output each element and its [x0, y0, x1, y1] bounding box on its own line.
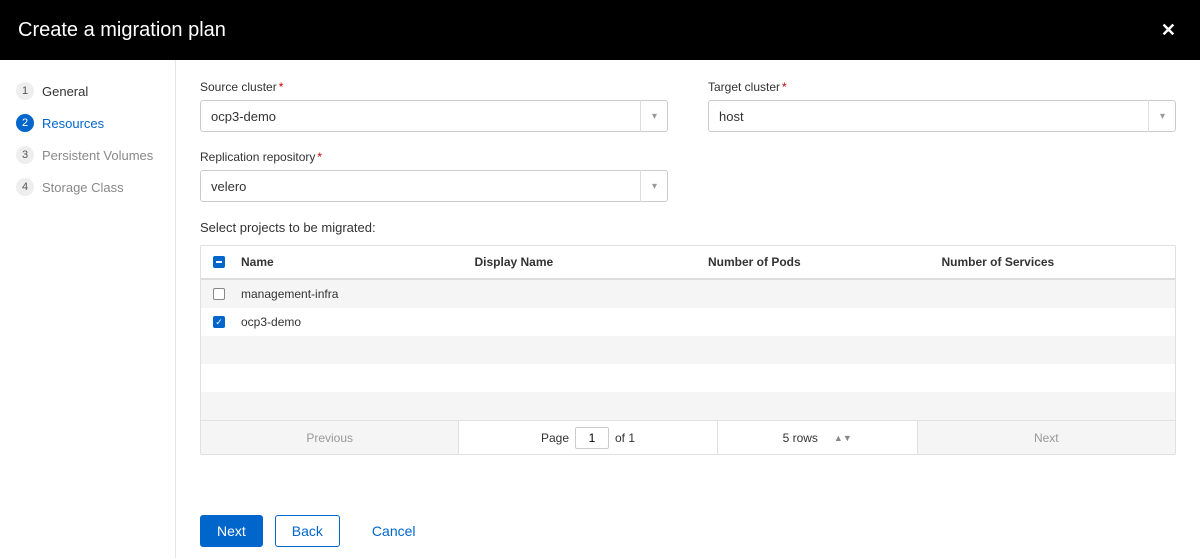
label-text: Target cluster [708, 80, 780, 94]
header-number-of-pods[interactable]: Number of Pods [708, 255, 942, 269]
header-name[interactable]: Name [237, 255, 475, 269]
source-cluster-select[interactable]: ocp3-demo ▾ [200, 100, 668, 132]
step-label: Resources [42, 116, 104, 131]
table-empty-row [201, 392, 1175, 420]
projects-table: Name Display Name Number of Pods Number … [200, 245, 1176, 455]
field-source-cluster: Source cluster* ocp3-demo ▾ [200, 80, 668, 132]
step-label: Storage Class [42, 180, 124, 195]
replication-repository-label: Replication repository* [200, 150, 668, 164]
page-indicator: Page of 1 [458, 421, 717, 454]
select-all-checkbox[interactable] [213, 256, 225, 268]
rows-per-page-select[interactable]: 5 rows ▲▼ [718, 421, 918, 454]
wizard-footer: Next Back Cancel [200, 515, 1176, 547]
page-label: Page [541, 431, 569, 445]
header-display-name[interactable]: Display Name [475, 255, 709, 269]
wizard-sidebar: 1 General 2 Resources 3 Persistent Volum… [0, 60, 176, 558]
required-asterisk: * [782, 80, 787, 94]
step-number: 1 [16, 82, 34, 100]
cancel-button[interactable]: Cancel [364, 515, 424, 547]
step-label: General [42, 84, 88, 99]
field-replication-repository: Replication repository* velero ▾ [200, 150, 668, 202]
select-value: host [708, 100, 1176, 132]
source-cluster-label: Source cluster* [200, 80, 668, 94]
table-header-row: Name Display Name Number of Pods Number … [201, 246, 1175, 280]
next-page-button[interactable]: Next [918, 421, 1175, 454]
select-value: velero [200, 170, 668, 202]
step-general[interactable]: 1 General [16, 82, 159, 100]
target-cluster-label: Target cluster* [708, 80, 1176, 94]
step-number: 2 [16, 114, 34, 132]
required-asterisk: * [279, 80, 284, 94]
close-icon[interactable]: ✕ [1161, 20, 1180, 41]
next-button[interactable]: Next [200, 515, 263, 547]
previous-page-button[interactable]: Previous [201, 421, 458, 454]
page-of-label: of 1 [615, 431, 635, 445]
cell-name: management-infra [237, 287, 475, 301]
modal-header: Create a migration plan ✕ [0, 0, 1200, 60]
wizard-content: Source cluster* ocp3-demo ▾ Target clust… [176, 60, 1200, 558]
step-resources[interactable]: 2 Resources [16, 114, 159, 132]
cell-name: ocp3-demo [237, 315, 475, 329]
table-row[interactable]: ✓ ocp3-demo [201, 308, 1175, 336]
label-text: Replication repository [200, 150, 315, 164]
row-checkbox[interactable] [213, 288, 225, 300]
page-number-input[interactable] [575, 427, 609, 449]
step-storage-class[interactable]: 4 Storage Class [16, 178, 159, 196]
projects-section-label: Select projects to be migrated: [200, 220, 1176, 235]
replication-repository-select[interactable]: velero ▾ [200, 170, 668, 202]
rows-label: 5 rows [783, 431, 818, 445]
modal-title: Create a migration plan [18, 19, 226, 42]
header-checkbox-cell [201, 256, 237, 268]
field-target-cluster: Target cluster* host ▾ [708, 80, 1176, 132]
back-button[interactable]: Back [275, 515, 340, 547]
required-asterisk: * [317, 150, 322, 164]
step-persistent-volumes[interactable]: 3 Persistent Volumes [16, 146, 159, 164]
step-number: 4 [16, 178, 34, 196]
step-number: 3 [16, 146, 34, 164]
target-cluster-select[interactable]: host ▾ [708, 100, 1176, 132]
select-value: ocp3-demo [200, 100, 668, 132]
header-number-of-services[interactable]: Number of Services [942, 255, 1176, 269]
modal-body: 1 General 2 Resources 3 Persistent Volum… [0, 60, 1200, 558]
table-empty-row [201, 364, 1175, 392]
step-label: Persistent Volumes [42, 148, 153, 163]
table-pagination: Previous Page of 1 5 rows ▲▼ Next [201, 420, 1175, 454]
label-text: Source cluster [200, 80, 277, 94]
row-checkbox[interactable]: ✓ [213, 316, 225, 328]
table-row[interactable]: management-infra [201, 280, 1175, 308]
sort-icon: ▲▼ [834, 433, 852, 443]
table-empty-row [201, 336, 1175, 364]
